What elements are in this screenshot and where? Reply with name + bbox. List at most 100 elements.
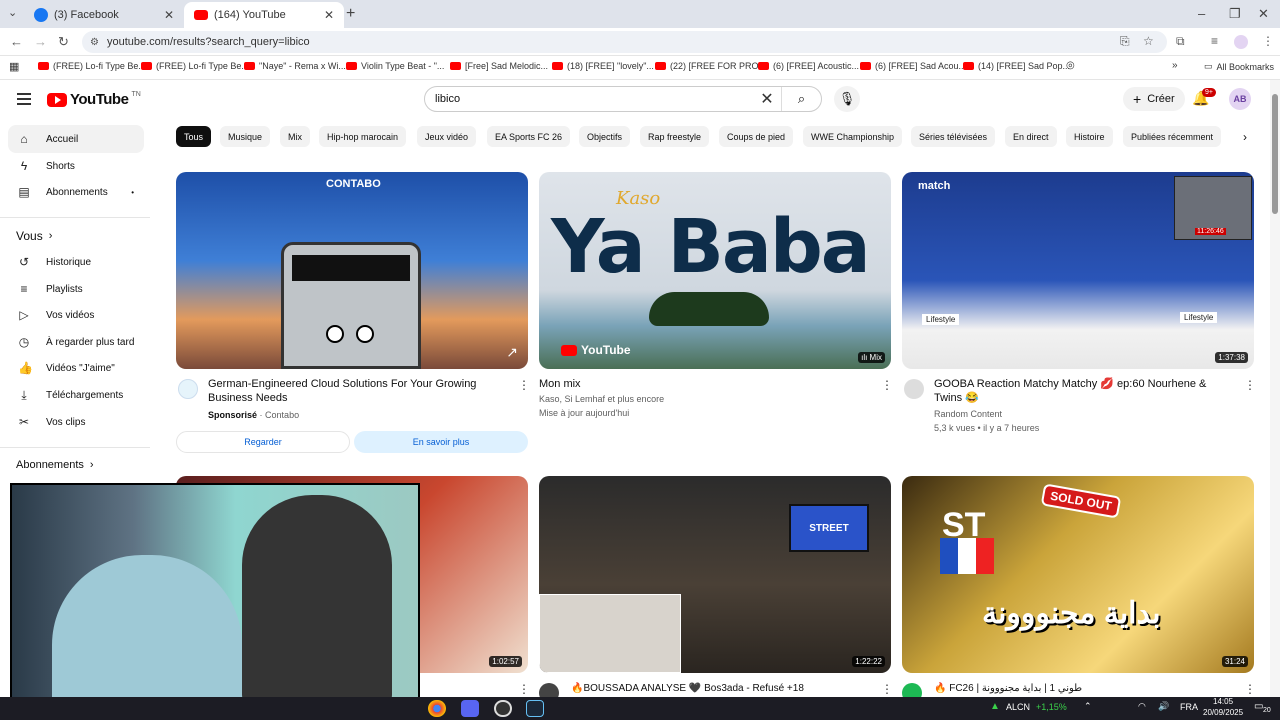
bookmark-item[interactable]: (14) [FREE] Sad Pop...: [963, 61, 1070, 71]
more-bookmarks-icon[interactable]: »: [1172, 60, 1178, 71]
chip-all[interactable]: Tous: [176, 126, 212, 147]
more-options-icon[interactable]: ⋮: [1244, 378, 1256, 392]
channel-name[interactable]: Contabo: [265, 410, 299, 420]
bookmark-item[interactable]: (FREE) Lo-fi Type Be...: [38, 61, 146, 71]
sidebar-subscriptions-header[interactable]: Abonnements ›: [16, 459, 94, 471]
discord-icon[interactable]: [461, 700, 479, 717]
chip-tv-series[interactable]: Séries télévisées: [911, 126, 996, 147]
sidebar-item-watch-later[interactable]: ◷ À regarder plus tard: [8, 328, 144, 356]
sidebar-item-your-videos[interactable]: ▷ Vos vidéos: [8, 301, 144, 329]
mix-thumbnail[interactable]: Kaso Ya Baba YouTube ılı Mix: [539, 172, 891, 369]
chips-next-icon[interactable]: ›: [1243, 130, 1247, 144]
create-button[interactable]: + Créer: [1123, 87, 1185, 111]
channel-name[interactable]: Random Content: [934, 407, 1002, 421]
chip-games[interactable]: Jeux vidéo: [417, 126, 477, 147]
avatar[interactable]: AB: [1229, 88, 1251, 110]
ad-thumbnail[interactable]: CONTABO ↗: [176, 172, 528, 369]
video-title[interactable]: Mon mix: [539, 377, 869, 391]
restore-icon[interactable]: ❐: [1229, 6, 1241, 22]
menu-icon[interactable]: ⋮: [1262, 34, 1274, 48]
forward-icon[interactable]: →: [34, 34, 47, 49]
more-options-icon[interactable]: ⋮: [518, 682, 530, 696]
chip-live[interactable]: En direct: [1005, 126, 1057, 147]
reload-icon[interactable]: ↻: [58, 34, 69, 50]
chip-music[interactable]: Musique: [220, 126, 271, 147]
chip-mix[interactable]: Mix: [280, 126, 310, 147]
scrollbar-thumb[interactable]: [1272, 94, 1278, 214]
video-title[interactable]: German-Engineered Cloud Solutions For Yo…: [208, 377, 513, 405]
chip-goals[interactable]: Objectifs: [579, 126, 631, 147]
video-title[interactable]: GOOBA Reaction Matchy Matchy 💋 ep:60 Nou…: [934, 377, 1234, 405]
video-title[interactable]: 🔥 FC26 | طوني 1 | بداية مجنووونة: [934, 682, 1234, 696]
bookmark-item[interactable]: (FREE) Lo-fi Type Be...: [141, 61, 249, 71]
sidebar-item-playlists[interactable]: ≡ Playlists: [8, 275, 144, 303]
watch-button[interactable]: Regarder: [176, 431, 350, 453]
apps-icon[interactable]: ▦: [9, 60, 19, 73]
minimize-icon[interactable]: –: [1198, 6, 1205, 21]
tray-up-icon[interactable]: ⌃: [1084, 701, 1092, 712]
bookmark-item[interactable]: (22) [FREE FOR PRO...: [655, 61, 766, 71]
bookmark-item[interactable]: (6) [FREE] Sad Acou...: [860, 61, 966, 71]
bookmark-item[interactable]: "Naye" - Rema x Wi...: [244, 61, 346, 71]
bookmark-item[interactable]: (6) [FREE] Acoustic...: [758, 61, 859, 71]
url-field[interactable]: ⚙ youtube.com/results?search_query=libic…: [82, 31, 1167, 53]
sidebar-you-header[interactable]: Vous ›: [16, 229, 52, 243]
chrome-icon[interactable]: [428, 700, 446, 717]
all-bookmarks[interactable]: ▭ All Bookmarks: [1204, 61, 1274, 72]
sidebar-item-subscriptions[interactable]: ▤ Abonnements •: [8, 178, 144, 206]
stock-ticker[interactable]: ALCN: [1006, 702, 1030, 712]
chip-kicks[interactable]: Coups de pied: [719, 126, 794, 147]
window-close-icon[interactable]: ✕: [1258, 6, 1269, 22]
tab-facebook[interactable]: (3) Facebook ✕: [24, 2, 184, 28]
video-title[interactable]: 🔥BOUSSADA ANALYSE 🖤 Bos3ada - Refusé +18: [571, 682, 871, 696]
obs-icon[interactable]: [494, 700, 512, 717]
search-input[interactable]: libico: [425, 93, 753, 105]
globe-icon[interactable]: ◎: [1066, 60, 1075, 71]
sidebar-item-downloads[interactable]: ⤓ Téléchargements: [8, 381, 144, 409]
youtube-logo[interactable]: YouTube TN: [47, 91, 141, 108]
search-button[interactable]: ⌕: [781, 87, 821, 111]
page-scrollbar[interactable]: [1270, 80, 1280, 697]
sidebar-item-history[interactable]: ↺ Historique: [8, 248, 144, 276]
bookmark-item[interactable]: Violin Type Beat - "...: [346, 61, 444, 71]
learn-more-button[interactable]: En savoir plus: [354, 431, 528, 453]
chip-recent[interactable]: Publiées récemment: [1123, 126, 1222, 147]
language-indicator[interactable]: FRA: [1180, 702, 1198, 712]
sidebar-item-liked[interactable]: 👍 Vidéos "J'aime": [8, 354, 144, 382]
channel-avatar[interactable]: [178, 379, 198, 399]
external-link-icon[interactable]: ↗: [506, 344, 518, 361]
video-thumbnail[interactable]: ST SOLD OUT بداية مجنووونة 31:24: [902, 476, 1254, 673]
sidebar-item-home[interactable]: ⌂ Accueil: [8, 125, 144, 153]
gooba-thumbnail[interactable]: match 11:26:46 Lifestyle Lifestyle 1:37:…: [902, 172, 1254, 369]
bookmark-item[interactable]: (18) [FREE] "lovely"...: [552, 61, 654, 71]
chip-hiphop[interactable]: Hip-hop marocain: [319, 126, 407, 147]
back-icon[interactable]: ←: [10, 34, 23, 49]
reading-list-icon[interactable]: ≡: [1211, 34, 1218, 48]
sidebar-item-clips[interactable]: ✂ Vos clips: [8, 408, 144, 436]
new-tab-button[interactable]: +: [346, 5, 355, 23]
site-info-icon[interactable]: ⚙: [90, 37, 99, 48]
search-box[interactable]: libico ✕ ⌕: [424, 86, 822, 112]
chip-freestyle[interactable]: Rap freestyle: [640, 126, 710, 147]
chip-wwe[interactable]: WWE Championship: [803, 126, 903, 147]
bookmark-item[interactable]: [Free] Sad Melodic...: [450, 61, 548, 71]
close-icon[interactable]: ✕: [164, 8, 174, 22]
bookmark-star-icon[interactable]: ☆: [1143, 34, 1154, 48]
voice-search-button[interactable]: 🎙: [834, 86, 860, 112]
steam-icon[interactable]: [526, 700, 544, 717]
sidebar-item-shorts[interactable]: ϟ Shorts: [8, 152, 144, 180]
tab-list-icon[interactable]: ⌄: [8, 6, 17, 19]
install-icon[interactable]: ⎘: [1120, 34, 1130, 49]
more-options-icon[interactable]: ⋮: [1244, 682, 1256, 696]
clear-search-icon[interactable]: ✕: [753, 89, 781, 109]
chip-history[interactable]: Histoire: [1066, 126, 1113, 147]
wifi-icon[interactable]: ◠: [1138, 701, 1146, 712]
more-options-icon[interactable]: ⋮: [881, 682, 893, 696]
close-icon[interactable]: ✕: [324, 8, 334, 22]
profile-icon[interactable]: [1234, 35, 1248, 49]
more-options-icon[interactable]: ⋮: [518, 378, 530, 392]
video-thumbnail[interactable]: STREET 1:22:22: [539, 476, 891, 673]
chip-fc26[interactable]: EA Sports FC 26: [487, 126, 571, 147]
extensions-icon[interactable]: ⧉: [1176, 34, 1185, 49]
tab-youtube[interactable]: (164) YouTube ✕: [184, 2, 344, 28]
